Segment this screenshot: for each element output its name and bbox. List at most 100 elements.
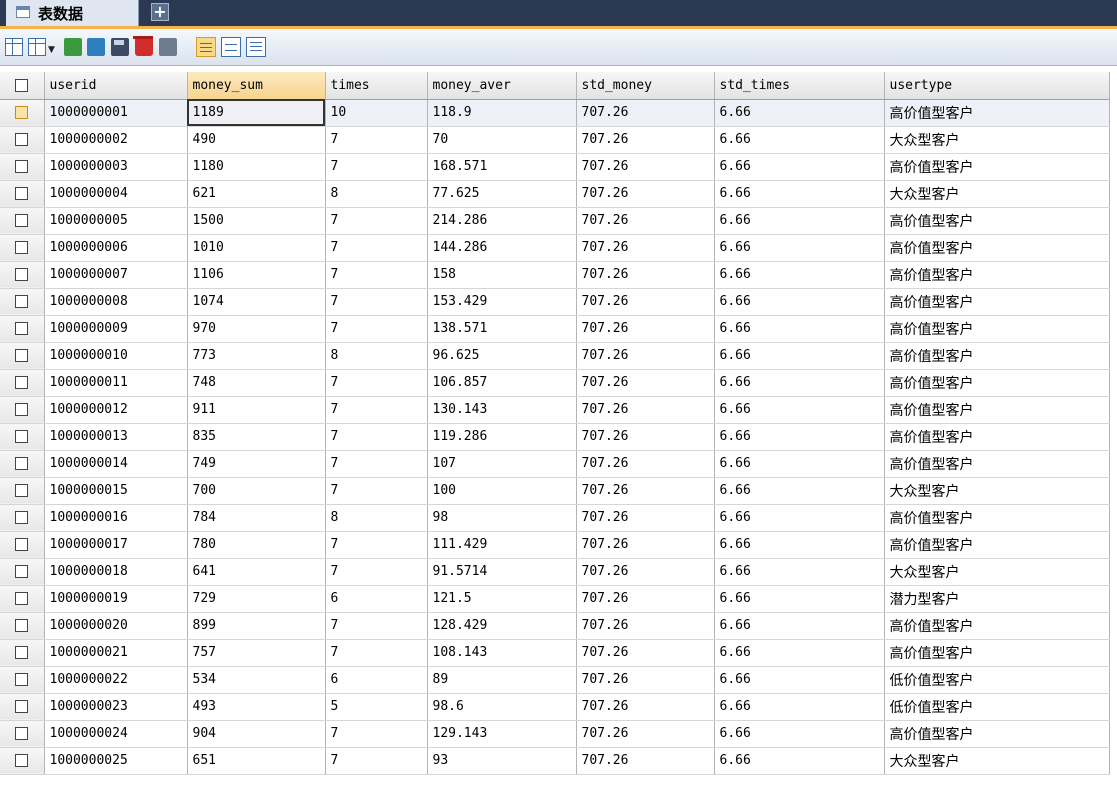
table-cell-money-sum[interactable]: 1500 bbox=[187, 207, 326, 235]
table-cell-std-money[interactable]: 707.26 bbox=[576, 126, 715, 154]
checkbox-icon[interactable] bbox=[15, 214, 29, 227]
table-cell-userid[interactable]: 1000000025 bbox=[44, 747, 188, 775]
checkbox-icon[interactable] bbox=[15, 700, 29, 713]
table-row[interactable]: 1000000009 970 7 138.571 707.26 6.66 高价值型客户 bbox=[0, 315, 1110, 343]
table-row[interactable]: 1000000018 641 7 91.5714 707.26 6.66 大众型客户 bbox=[0, 558, 1110, 586]
refresh-icon[interactable] bbox=[87, 38, 105, 56]
table-cell-times[interactable]: 7 bbox=[325, 558, 428, 586]
table-cell-std-times[interactable]: 6.66 bbox=[714, 369, 885, 397]
table-cell-std-money[interactable]: 707.26 bbox=[576, 234, 715, 262]
checkbox-icon[interactable] bbox=[15, 592, 29, 605]
table-cell-std-money[interactable]: 707.26 bbox=[576, 450, 715, 478]
table-cell-std-money[interactable]: 707.26 bbox=[576, 288, 715, 316]
table-cell-money-aver[interactable]: 98.6 bbox=[427, 693, 577, 721]
checkbox-icon[interactable] bbox=[15, 133, 29, 146]
table-cell-userid[interactable]: 1000000020 bbox=[44, 612, 188, 640]
table-cell-std-times[interactable]: 6.66 bbox=[714, 180, 885, 208]
table-row[interactable]: 1000000015 700 7 100 707.26 6.66 大众型客户 bbox=[0, 477, 1110, 505]
table-cell-money-aver[interactable]: 98 bbox=[427, 504, 577, 532]
table-cell-money-aver[interactable]: 121.5 bbox=[427, 585, 577, 613]
table-cell-money-sum[interactable]: 729 bbox=[187, 585, 326, 613]
table-cell-money-aver[interactable]: 70 bbox=[427, 126, 577, 154]
table-cell-money-sum[interactable]: 757 bbox=[187, 639, 326, 667]
table-cell-std-money[interactable]: 707.26 bbox=[576, 531, 715, 559]
table-cell-usertype[interactable]: 高价值型客户 bbox=[884, 396, 1110, 424]
table-cell-times[interactable]: 5 bbox=[325, 693, 428, 721]
table-cell-times[interactable]: 7 bbox=[325, 261, 428, 289]
column-header[interactable]: std_money bbox=[576, 72, 715, 100]
table-cell-money-sum[interactable]: 641 bbox=[187, 558, 326, 586]
table-cell-money-aver[interactable]: 77.625 bbox=[427, 180, 577, 208]
table-row[interactable]: 1000000002 490 7 70 707.26 6.66 大众型客户 bbox=[0, 126, 1110, 154]
table-row[interactable]: 1000000007 1106 7 158 707.26 6.66 高价值型客户 bbox=[0, 261, 1110, 289]
table-cell-userid[interactable]: 1000000019 bbox=[44, 585, 188, 613]
table-cell-userid[interactable]: 1000000009 bbox=[44, 315, 188, 343]
table-cell-std-times[interactable]: 6.66 bbox=[714, 126, 885, 154]
table-row[interactable]: 1000000013 835 7 119.286 707.26 6.66 高价值型客户 bbox=[0, 423, 1110, 451]
checkbox-icon[interactable] bbox=[15, 349, 29, 362]
table-cell-usertype[interactable]: 高价值型客户 bbox=[884, 261, 1110, 289]
table-cell-userid[interactable]: 1000000006 bbox=[44, 234, 188, 262]
table-cell-times[interactable]: 7 bbox=[325, 288, 428, 316]
table-cell-userid[interactable]: 1000000008 bbox=[44, 288, 188, 316]
table-cell-money-sum[interactable]: 749 bbox=[187, 450, 326, 478]
row-checkbox[interactable] bbox=[0, 261, 45, 289]
table-cell-money-aver[interactable]: 118.9 bbox=[427, 99, 577, 127]
checkbox-icon[interactable] bbox=[15, 376, 29, 389]
table-row[interactable]: 1000000014 749 7 107 707.26 6.66 高价值型客户 bbox=[0, 450, 1110, 478]
column-header[interactable]: times bbox=[325, 72, 428, 100]
table-cell-money-sum[interactable]: 1106 bbox=[187, 261, 326, 289]
table-cell-std-times[interactable]: 6.66 bbox=[714, 207, 885, 235]
row-checkbox[interactable] bbox=[0, 639, 45, 667]
table-cell-money-aver[interactable]: 91.5714 bbox=[427, 558, 577, 586]
table-cell-userid[interactable]: 1000000014 bbox=[44, 450, 188, 478]
checkbox-icon[interactable] bbox=[15, 538, 29, 551]
table-cell-std-money[interactable]: 707.26 bbox=[576, 261, 715, 289]
table-cell-userid[interactable]: 1000000015 bbox=[44, 477, 188, 505]
table-cell-std-times[interactable]: 6.66 bbox=[714, 693, 885, 721]
table-cell-std-times[interactable]: 6.66 bbox=[714, 612, 885, 640]
table-cell-userid[interactable]: 1000000002 bbox=[44, 126, 188, 154]
table-cell-std-money[interactable]: 707.26 bbox=[576, 504, 715, 532]
table-cell-std-money[interactable]: 707.26 bbox=[576, 99, 715, 127]
table-cell-times[interactable]: 8 bbox=[325, 180, 428, 208]
row-checkbox[interactable] bbox=[0, 180, 45, 208]
table-cell-money-aver[interactable]: 130.143 bbox=[427, 396, 577, 424]
table-cell-userid[interactable]: 1000000003 bbox=[44, 153, 188, 181]
table-cell-times[interactable]: 8 bbox=[325, 342, 428, 370]
table-cell-userid[interactable]: 1000000007 bbox=[44, 261, 188, 289]
table-row[interactable]: 1000000022 534 6 89 707.26 6.66 低价值型客户 bbox=[0, 666, 1110, 694]
row-checkbox[interactable] bbox=[0, 288, 45, 316]
table-cell-money-aver[interactable]: 138.571 bbox=[427, 315, 577, 343]
table-cell-std-times[interactable]: 6.66 bbox=[714, 261, 885, 289]
column-header[interactable]: money_sum bbox=[187, 72, 326, 100]
row-checkbox[interactable] bbox=[0, 720, 45, 748]
table-cell-usertype[interactable]: 高价值型客户 bbox=[884, 531, 1110, 559]
table-cell-money-sum[interactable]: 490 bbox=[187, 126, 326, 154]
row-checkbox[interactable] bbox=[0, 126, 45, 154]
table-cell-std-times[interactable]: 6.66 bbox=[714, 315, 885, 343]
select-all-checkbox[interactable] bbox=[0, 72, 45, 100]
table-cell-std-money[interactable]: 707.26 bbox=[576, 477, 715, 505]
table-cell-std-money[interactable]: 707.26 bbox=[576, 153, 715, 181]
table-cell-std-times[interactable]: 6.66 bbox=[714, 720, 885, 748]
checkbox-icon[interactable] bbox=[15, 187, 29, 200]
table-cell-money-aver[interactable]: 168.571 bbox=[427, 153, 577, 181]
table-cell-std-money[interactable]: 707.26 bbox=[576, 666, 715, 694]
table-cell-std-times[interactable]: 6.66 bbox=[714, 504, 885, 532]
tab-table-data[interactable]: 表数据 bbox=[6, 0, 139, 26]
table-cell-times[interactable]: 7 bbox=[325, 531, 428, 559]
table-cell-std-times[interactable]: 6.66 bbox=[714, 450, 885, 478]
table-cell-usertype[interactable]: 高价值型客户 bbox=[884, 99, 1110, 127]
table-cell-std-money[interactable]: 707.26 bbox=[576, 612, 715, 640]
table-row[interactable]: 1000000012 911 7 130.143 707.26 6.66 高价值型客户 bbox=[0, 396, 1110, 424]
table-cell-usertype[interactable]: 大众型客户 bbox=[884, 747, 1110, 775]
table-cell-money-sum[interactable]: 1010 bbox=[187, 234, 326, 262]
table-cell-money-aver[interactable]: 119.286 bbox=[427, 423, 577, 451]
row-checkbox[interactable] bbox=[0, 558, 45, 586]
table-cell-std-money[interactable]: 707.26 bbox=[576, 720, 715, 748]
table-row[interactable]: 1000000011 748 7 106.857 707.26 6.66 高价值型客户 bbox=[0, 369, 1110, 397]
table-cell-times[interactable]: 7 bbox=[325, 153, 428, 181]
table-cell-money-aver[interactable]: 111.429 bbox=[427, 531, 577, 559]
chevron-down-icon[interactable]: ▼ bbox=[48, 45, 55, 55]
